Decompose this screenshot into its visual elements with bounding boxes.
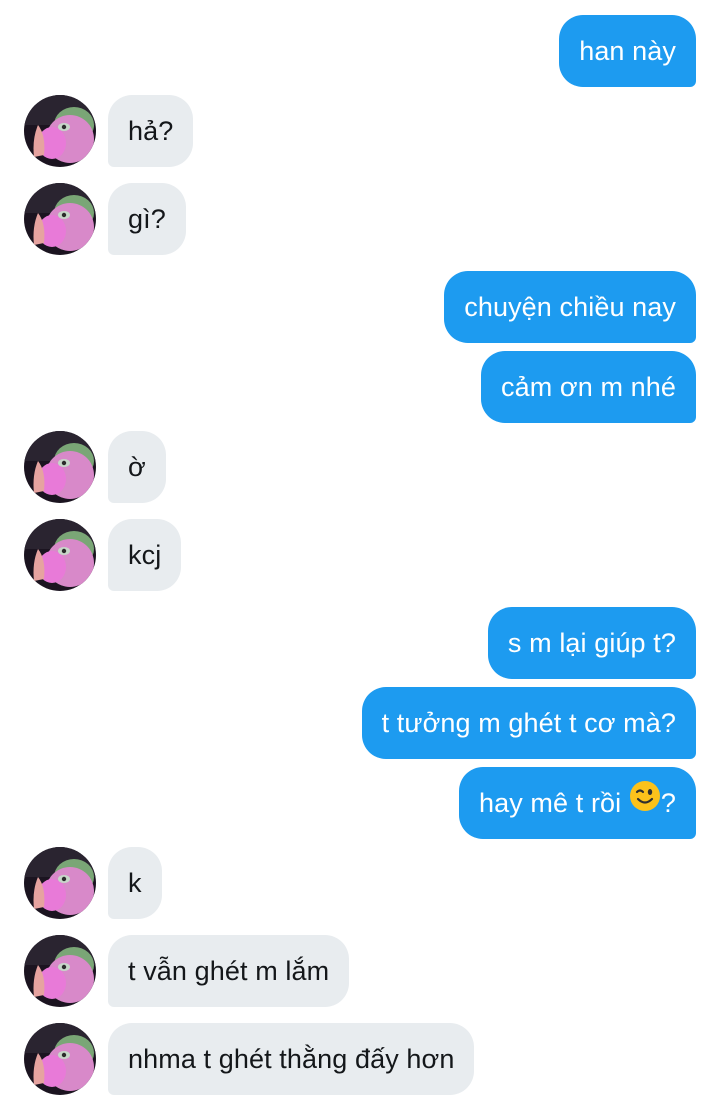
incoming-message-bubble[interactable]: t vẫn ghét m lắm bbox=[108, 935, 350, 1007]
message-text: s m lại giúp t? bbox=[507, 628, 676, 658]
contact-avatar-icon[interactable] bbox=[24, 847, 96, 919]
message-text: kcj bbox=[128, 540, 162, 570]
message-text: chuyện chiều nay bbox=[464, 292, 676, 322]
message-text: cảm ơn m nhé bbox=[501, 372, 676, 402]
incoming-message-bubble[interactable]: ờ bbox=[108, 431, 166, 503]
message-thread: han này hả? gì? chuyện chiều nay cảm ơn … bbox=[0, 0, 720, 1106]
message-row: nhma t ghét thằng đấy hơn bbox=[0, 1023, 720, 1095]
message-row: chuyện chiều nay bbox=[0, 271, 720, 343]
contact-avatar-icon[interactable] bbox=[24, 431, 96, 503]
message-row: gì? bbox=[0, 183, 720, 255]
incoming-message-bubble[interactable]: k bbox=[108, 847, 162, 919]
message-text: han này bbox=[579, 36, 676, 66]
outgoing-message-bubble[interactable]: han này bbox=[559, 15, 696, 87]
message-text: hả? bbox=[128, 116, 174, 146]
contact-avatar-icon[interactable] bbox=[24, 183, 96, 255]
message-text: ờ bbox=[128, 452, 146, 482]
message-text: gì? bbox=[128, 204, 166, 234]
message-text: t tưởng m ghét t cơ mà? bbox=[381, 708, 676, 738]
incoming-message-bubble[interactable]: gì? bbox=[108, 183, 186, 255]
contact-avatar-icon[interactable] bbox=[24, 519, 96, 591]
contact-avatar-icon[interactable] bbox=[24, 1023, 96, 1095]
message-row: hả? bbox=[0, 95, 720, 167]
message-text: k bbox=[128, 868, 142, 898]
message-row: t vẫn ghét m lắm bbox=[0, 935, 720, 1007]
message-text: t vẫn ghét m lắm bbox=[128, 956, 330, 986]
outgoing-message-bubble[interactable]: s m lại giúp t? bbox=[487, 607, 696, 679]
outgoing-message-bubble[interactable]: hay mê t rồi ? bbox=[459, 767, 696, 839]
outgoing-message-bubble[interactable]: chuyện chiều nay bbox=[444, 271, 696, 343]
incoming-message-bubble[interactable]: kcj bbox=[108, 519, 182, 591]
message-text: hay mê t rồi bbox=[479, 788, 622, 818]
message-row: kcj bbox=[0, 519, 720, 591]
message-text: nhma t ghét thằng đấy hơn bbox=[128, 1044, 455, 1074]
winking-face-emoji-icon bbox=[629, 767, 661, 839]
message-row: cảm ơn m nhé bbox=[0, 351, 720, 423]
message-row: ờ bbox=[0, 431, 720, 503]
message-row: t tưởng m ghét t cơ mà? bbox=[0, 687, 720, 759]
incoming-message-bubble[interactable]: hả? bbox=[108, 95, 194, 167]
contact-avatar-icon[interactable] bbox=[24, 95, 96, 167]
incoming-message-bubble[interactable]: nhma t ghét thằng đấy hơn bbox=[108, 1023, 475, 1095]
message-text: ? bbox=[660, 788, 676, 818]
message-row: hay mê t rồi ? bbox=[0, 767, 720, 839]
outgoing-message-bubble[interactable]: cảm ơn m nhé bbox=[481, 351, 696, 423]
contact-avatar-icon[interactable] bbox=[24, 935, 96, 1007]
outgoing-message-bubble[interactable]: t tưởng m ghét t cơ mà? bbox=[361, 687, 696, 759]
message-row: k bbox=[0, 847, 720, 919]
message-row: s m lại giúp t? bbox=[0, 607, 720, 679]
message-row: han này bbox=[0, 15, 720, 87]
